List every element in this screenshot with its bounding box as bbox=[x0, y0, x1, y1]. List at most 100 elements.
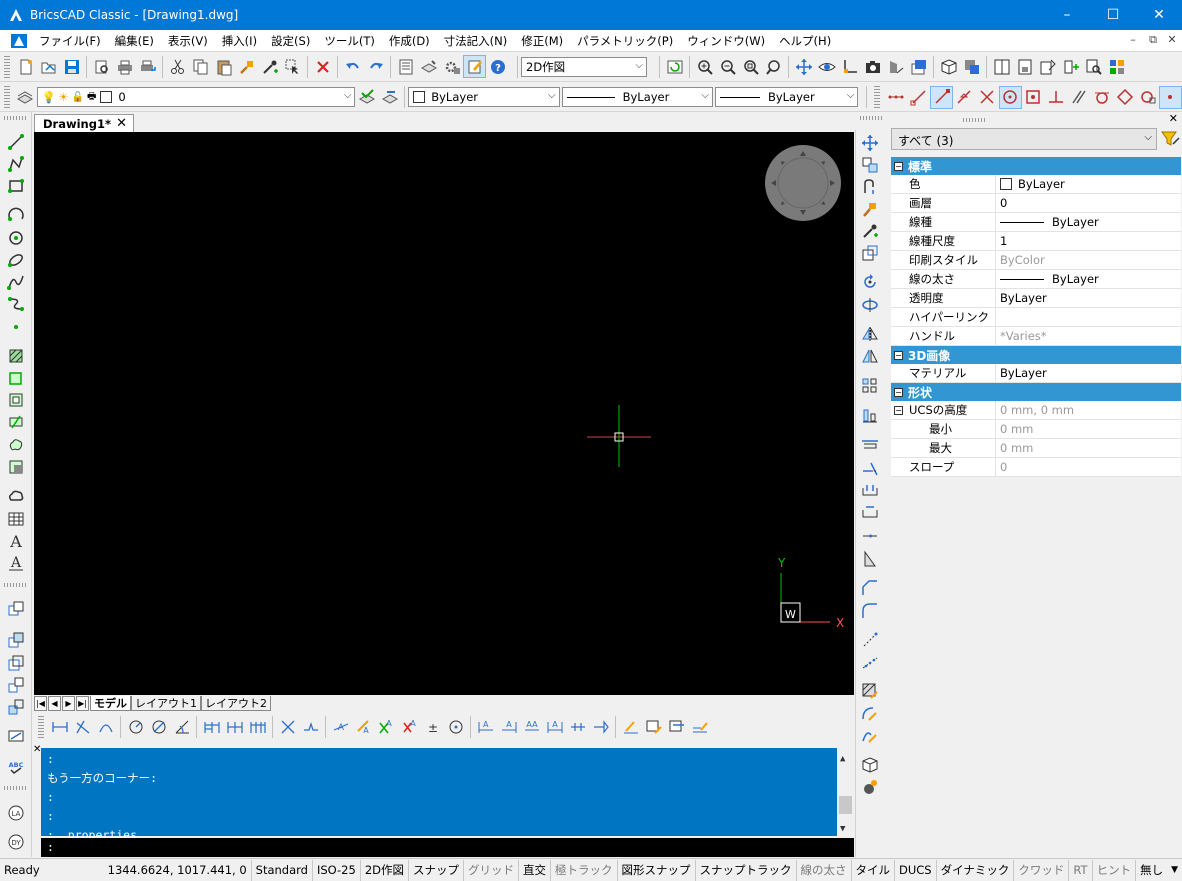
selection-filter-select[interactable]: すべて (3) ⌵ bbox=[891, 128, 1157, 150]
undo-icon[interactable] bbox=[341, 55, 364, 78]
rotate-icon[interactable] bbox=[859, 271, 881, 293]
scale-icon[interactable] bbox=[859, 242, 881, 264]
interfere-icon[interactable] bbox=[859, 776, 881, 798]
oblique-dimension-icon[interactable]: A bbox=[375, 716, 398, 739]
dim-text-center-icon[interactable]: A bbox=[497, 716, 520, 739]
dimension-override-icon[interactable]: A bbox=[398, 716, 421, 739]
edit-hatch-icon[interactable] bbox=[859, 680, 881, 702]
menu-item-3[interactable]: 挿入(I) bbox=[215, 30, 264, 52]
previous-layout-button[interactable]: ◀ bbox=[48, 696, 61, 711]
visual-style-icon[interactable] bbox=[960, 55, 983, 78]
hatch-icon[interactable] bbox=[5, 345, 27, 367]
color-select[interactable]: ByLayer ⌵ bbox=[408, 87, 560, 107]
update-dimension-icon[interactable] bbox=[619, 716, 642, 739]
property-row[interactable]: ハンドル *Varies* bbox=[891, 327, 1181, 346]
property-value[interactable]: 0 mm, 0 mm bbox=[996, 401, 1181, 419]
dynamic-ucs-icon[interactable]: DY bbox=[5, 831, 27, 853]
array-icon[interactable] bbox=[5, 652, 27, 674]
polyline-icon[interactable] bbox=[5, 153, 27, 175]
quadrant-snap-icon[interactable] bbox=[1113, 86, 1136, 109]
dim-text-left-icon[interactable]: A bbox=[474, 716, 497, 739]
previous-layer-icon[interactable] bbox=[378, 86, 401, 109]
endpoint-snap-icon[interactable] bbox=[907, 86, 930, 109]
polyline-snap-icon[interactable] bbox=[884, 86, 907, 109]
baseline-dimension-icon[interactable] bbox=[200, 716, 223, 739]
lineweight-select[interactable]: ByLayer ⌵ bbox=[714, 87, 859, 107]
divide-icon[interactable] bbox=[859, 651, 881, 673]
circle-icon[interactable] bbox=[5, 227, 27, 249]
attach-icon[interactable] bbox=[1059, 55, 1082, 78]
property-row[interactable]: − UCSの高度 0 mm, 0 mm bbox=[891, 401, 1181, 420]
menu-item-11[interactable]: ヘルプ(H) bbox=[772, 30, 838, 52]
cursor-coordinates[interactable]: 1344.6624, 1017.441, 0 bbox=[104, 860, 251, 881]
property-row[interactable]: 色 ByLayer bbox=[891, 175, 1181, 194]
menu-item-2[interactable]: 表示(V) bbox=[161, 30, 215, 52]
layers-manager-icon[interactable] bbox=[417, 55, 440, 78]
copy-objects-icon[interactable] bbox=[859, 154, 881, 176]
stretch-icon[interactable] bbox=[859, 176, 881, 198]
property-category[interactable]: −3D画像 bbox=[891, 346, 1181, 364]
cut-icon[interactable] bbox=[166, 55, 189, 78]
match-properties-icon[interactable] bbox=[235, 55, 258, 78]
mdi-close-button[interactable]: ✕ bbox=[1163, 33, 1181, 46]
perpendicular-snap-icon[interactable] bbox=[1045, 86, 1068, 109]
single-line-text-icon[interactable]: A bbox=[5, 552, 27, 574]
eyedropper-icon[interactable] bbox=[859, 220, 881, 242]
save-icon[interactable] bbox=[60, 55, 83, 78]
property-row[interactable]: 線種尺度 1 bbox=[891, 232, 1181, 251]
navigation-wheel[interactable] bbox=[765, 145, 841, 221]
property-row[interactable]: 最大 0 mm bbox=[891, 439, 1181, 458]
toolbar-grip[interactable] bbox=[4, 86, 10, 108]
point-icon[interactable] bbox=[5, 316, 27, 338]
property-row[interactable]: スロープ 0 bbox=[891, 458, 1181, 477]
render-icon[interactable] bbox=[884, 55, 907, 78]
ordinate-dimension-icon[interactable]: A bbox=[329, 716, 352, 739]
parallel-snap-icon[interactable] bbox=[1067, 86, 1090, 109]
pan-icon[interactable] bbox=[792, 55, 815, 78]
status-toggle-11[interactable]: DUCS bbox=[894, 859, 936, 881]
property-category[interactable]: − 標準 bbox=[891, 157, 1181, 175]
menu-item-1[interactable]: 編集(E) bbox=[108, 30, 161, 52]
status-toggle-0[interactable]: Standard bbox=[250, 859, 312, 881]
solid-edit-icon[interactable] bbox=[859, 754, 881, 776]
dimension-reassociate-icon[interactable] bbox=[665, 716, 688, 739]
chamfer-icon[interactable] bbox=[859, 577, 881, 599]
toolbar-grip[interactable] bbox=[38, 716, 44, 738]
midpoint-snap-icon[interactable] bbox=[953, 86, 976, 109]
quick-dimension-icon[interactable] bbox=[246, 716, 269, 739]
menu-item-10[interactable]: ウィンドウ(W) bbox=[680, 30, 772, 52]
property-value[interactable]: ByLayer bbox=[996, 289, 1181, 307]
dim-text-home-icon[interactable]: A bbox=[543, 716, 566, 739]
menu-item-0[interactable]: ファイル(F) bbox=[32, 30, 108, 52]
property-value[interactable]: 0 mm bbox=[996, 420, 1181, 438]
status-toggle-4[interactable]: グリッド bbox=[463, 859, 518, 881]
help-icon[interactable]: ? bbox=[486, 55, 509, 78]
next-layout-button[interactable]: ▶ bbox=[62, 696, 75, 711]
intersection-snap-icon[interactable] bbox=[976, 86, 999, 109]
collapse-icon[interactable]: − bbox=[894, 387, 903, 397]
property-value[interactable]: 0 bbox=[996, 458, 1181, 476]
dimension-style-apply-icon[interactable] bbox=[642, 716, 665, 739]
status-toggle-8[interactable]: スナップトラック bbox=[694, 859, 796, 881]
status-toggle-6[interactable]: 極トラック bbox=[550, 859, 617, 881]
dimension-break-icon[interactable] bbox=[276, 716, 299, 739]
status-toggle-14[interactable]: RT bbox=[1068, 859, 1091, 881]
tab-layout-1[interactable]: レイアウト1 bbox=[131, 696, 201, 711]
view-icon[interactable] bbox=[815, 55, 838, 78]
regenerate-icon[interactable] bbox=[663, 55, 686, 78]
find-icon[interactable] bbox=[1082, 55, 1105, 78]
scroll-down-icon[interactable]: ▼ bbox=[840, 820, 845, 839]
status-toggle-7[interactable]: 図形スナップ bbox=[616, 859, 695, 881]
tolerance-icon[interactable]: ± bbox=[421, 716, 444, 739]
cloud-icon[interactable] bbox=[5, 485, 27, 507]
property-value[interactable]: 0 bbox=[996, 194, 1181, 212]
layer-states-icon[interactable] bbox=[14, 86, 37, 109]
layer-select[interactable]: 💡 ☀ 🔓 🖶 0 ⌵ bbox=[36, 87, 356, 107]
publish-icon[interactable] bbox=[136, 55, 159, 78]
line-icon[interactable] bbox=[5, 131, 27, 153]
align-icon[interactable] bbox=[5, 629, 27, 651]
toolbar-grip[interactable] bbox=[874, 86, 881, 108]
status-toggle-13[interactable]: クワッド bbox=[1013, 859, 1068, 881]
status-toggle-10[interactable]: タイル bbox=[850, 859, 895, 881]
dimension-update-style-icon[interactable] bbox=[688, 716, 711, 739]
